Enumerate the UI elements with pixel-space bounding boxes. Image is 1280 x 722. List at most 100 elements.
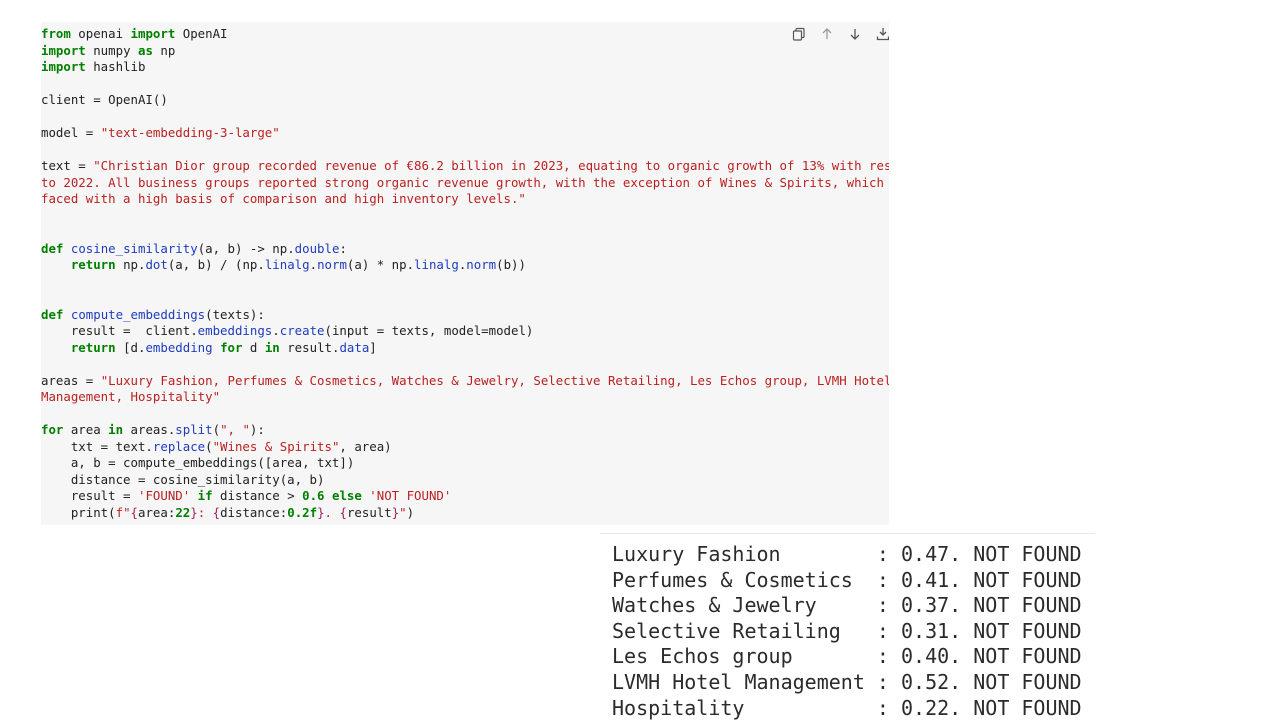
code-token: (b)) bbox=[496, 257, 526, 272]
code-token: for bbox=[220, 339, 243, 355]
code-token: norm bbox=[466, 257, 497, 272]
code-token: . bbox=[324, 504, 340, 520]
code-token: 0.6 bbox=[302, 488, 325, 503]
code-token: "Luxury Fashion, Perfumes & Cosmetics, W… bbox=[100, 372, 889, 388]
code-token: ( bbox=[212, 422, 221, 437]
code-token: (a) * np. bbox=[346, 257, 415, 272]
output-text: Luxury Fashion : 0.47. NOT FOUND Perfumes… bbox=[612, 542, 1082, 721]
code-token: distance > bbox=[212, 488, 303, 503]
code-token: } bbox=[190, 504, 198, 520]
code-line: result = client.embeddings.create(input … bbox=[41, 323, 889, 340]
code-token: openai bbox=[70, 26, 131, 41]
code-token: 'FOUND' bbox=[137, 488, 191, 503]
move-down-icon bbox=[850, 29, 860, 40]
output-line: Les Echos group : 0.40. NOT FOUND bbox=[612, 644, 1082, 669]
output-line: Hospitality : 0.22. NOT FOUND bbox=[612, 695, 1082, 720]
code-token: " bbox=[399, 504, 407, 520]
move-down-button[interactable] bbox=[845, 24, 865, 44]
code-token: area: bbox=[138, 504, 176, 520]
output-line: LVMH Hotel Management : 0.52. NOT FOUND bbox=[612, 669, 1082, 694]
code-editor[interactable]: from openai import OpenAI import numpy as… bbox=[41, 26, 889, 521]
code-token: distance = cosine_similarity(a, b) bbox=[41, 471, 325, 487]
code-token: 0.2f bbox=[287, 504, 318, 520]
code-line: to 2022. All business groups reported st… bbox=[41, 175, 889, 192]
code-token: import bbox=[41, 59, 86, 74]
code-token: areas. bbox=[123, 422, 176, 437]
code-token: ] bbox=[369, 339, 377, 355]
code-token: linalg bbox=[264, 257, 310, 272]
copy-icon bbox=[792, 27, 805, 41]
code-token: ) bbox=[406, 504, 415, 520]
code-token: compute_embeddings bbox=[70, 306, 206, 322]
code-cell[interactable]: from openai import OpenAI import numpy as… bbox=[41, 22, 889, 525]
code-token: np. bbox=[115, 257, 146, 272]
code-token: : bbox=[339, 240, 347, 256]
code-line: result = 'FOUND' if distance > 0.6 else … bbox=[41, 488, 889, 505]
code-token: as bbox=[137, 42, 153, 58]
code-line: import hashlib bbox=[41, 59, 889, 76]
code-token: { bbox=[339, 504, 347, 520]
code-token: result. bbox=[279, 339, 340, 355]
cell-output: Luxury Fashion : 0.47. NOT FOUND Perfumes… bbox=[600, 533, 1095, 722]
code-token: Management, Hospitality" bbox=[41, 389, 221, 404]
code-token: else bbox=[331, 488, 362, 503]
code-token: for bbox=[41, 422, 64, 437]
code-token: } bbox=[317, 504, 325, 520]
output-line: Watches & Jewelry : 0.37. NOT FOUND bbox=[612, 593, 1082, 618]
code-token: { bbox=[212, 504, 221, 520]
code-token: f" bbox=[115, 504, 131, 520]
code-token: double bbox=[294, 240, 340, 256]
code-token: a, b = compute_embeddings([area, txt]) bbox=[41, 455, 355, 470]
code-token: txt = text. bbox=[41, 438, 153, 454]
code-token: 22 bbox=[175, 504, 191, 520]
code-line: distance = cosine_similarity(a, b) bbox=[41, 472, 889, 489]
code-line: a, b = compute_embeddings([area, txt]) bbox=[41, 455, 889, 472]
code-token: d bbox=[242, 339, 265, 355]
code-line: def cosine_similarity(a, b) -> np.double… bbox=[41, 241, 889, 258]
code-token: def bbox=[41, 240, 64, 256]
code-token: model = bbox=[41, 125, 101, 140]
output-line: Selective Retailing : 0.31. NOT FOUND bbox=[612, 618, 1082, 643]
code-line: for area in areas.split(", "): bbox=[41, 422, 889, 439]
download-button[interactable] bbox=[873, 24, 889, 44]
output-line: Perfumes & Cosmetics : 0.41. NOT FOUND bbox=[612, 567, 1082, 592]
code-token: from bbox=[41, 26, 71, 41]
code-line: faced with a high basis of comparison an… bbox=[41, 191, 889, 208]
code-token: to 2022. All business groups reported st… bbox=[41, 174, 889, 190]
code-token: [d. bbox=[115, 339, 146, 355]
code-token: (input = texts, model=model) bbox=[324, 323, 534, 338]
code-token: in bbox=[264, 339, 280, 355]
code-line: return np.dot(a, b) / (np.linalg.norm(a)… bbox=[41, 257, 889, 274]
code-token: : bbox=[197, 504, 213, 520]
code-token: client = OpenAI() bbox=[41, 92, 168, 107]
code-line: import numpy as np bbox=[41, 43, 889, 60]
code-token: ", " bbox=[220, 422, 250, 437]
code-token: cosine_similarity bbox=[70, 240, 198, 256]
code-token: text = bbox=[41, 158, 94, 173]
code-token: def bbox=[41, 306, 64, 322]
copy-cell-button[interactable] bbox=[789, 24, 809, 44]
code-line: text = "Christian Dior group recorded re… bbox=[41, 158, 889, 175]
code-token: split bbox=[175, 422, 213, 437]
code-line: return [d.embedding for d in result.data… bbox=[41, 340, 889, 357]
code-line: Management, Hospitality" bbox=[41, 389, 889, 406]
code-line: print(f"{area:22}: {distance:0.2f}. {res… bbox=[41, 505, 889, 522]
cell-toolbar bbox=[789, 24, 889, 44]
move-up-button[interactable] bbox=[817, 24, 837, 44]
code-token: result bbox=[346, 504, 392, 520]
code-token: replace bbox=[152, 438, 206, 454]
code-token: return bbox=[70, 257, 116, 272]
code-token: distance: bbox=[220, 504, 288, 520]
code-token: if bbox=[197, 488, 213, 503]
code-token: embeddings bbox=[197, 323, 273, 338]
code-token: ): bbox=[249, 422, 265, 437]
